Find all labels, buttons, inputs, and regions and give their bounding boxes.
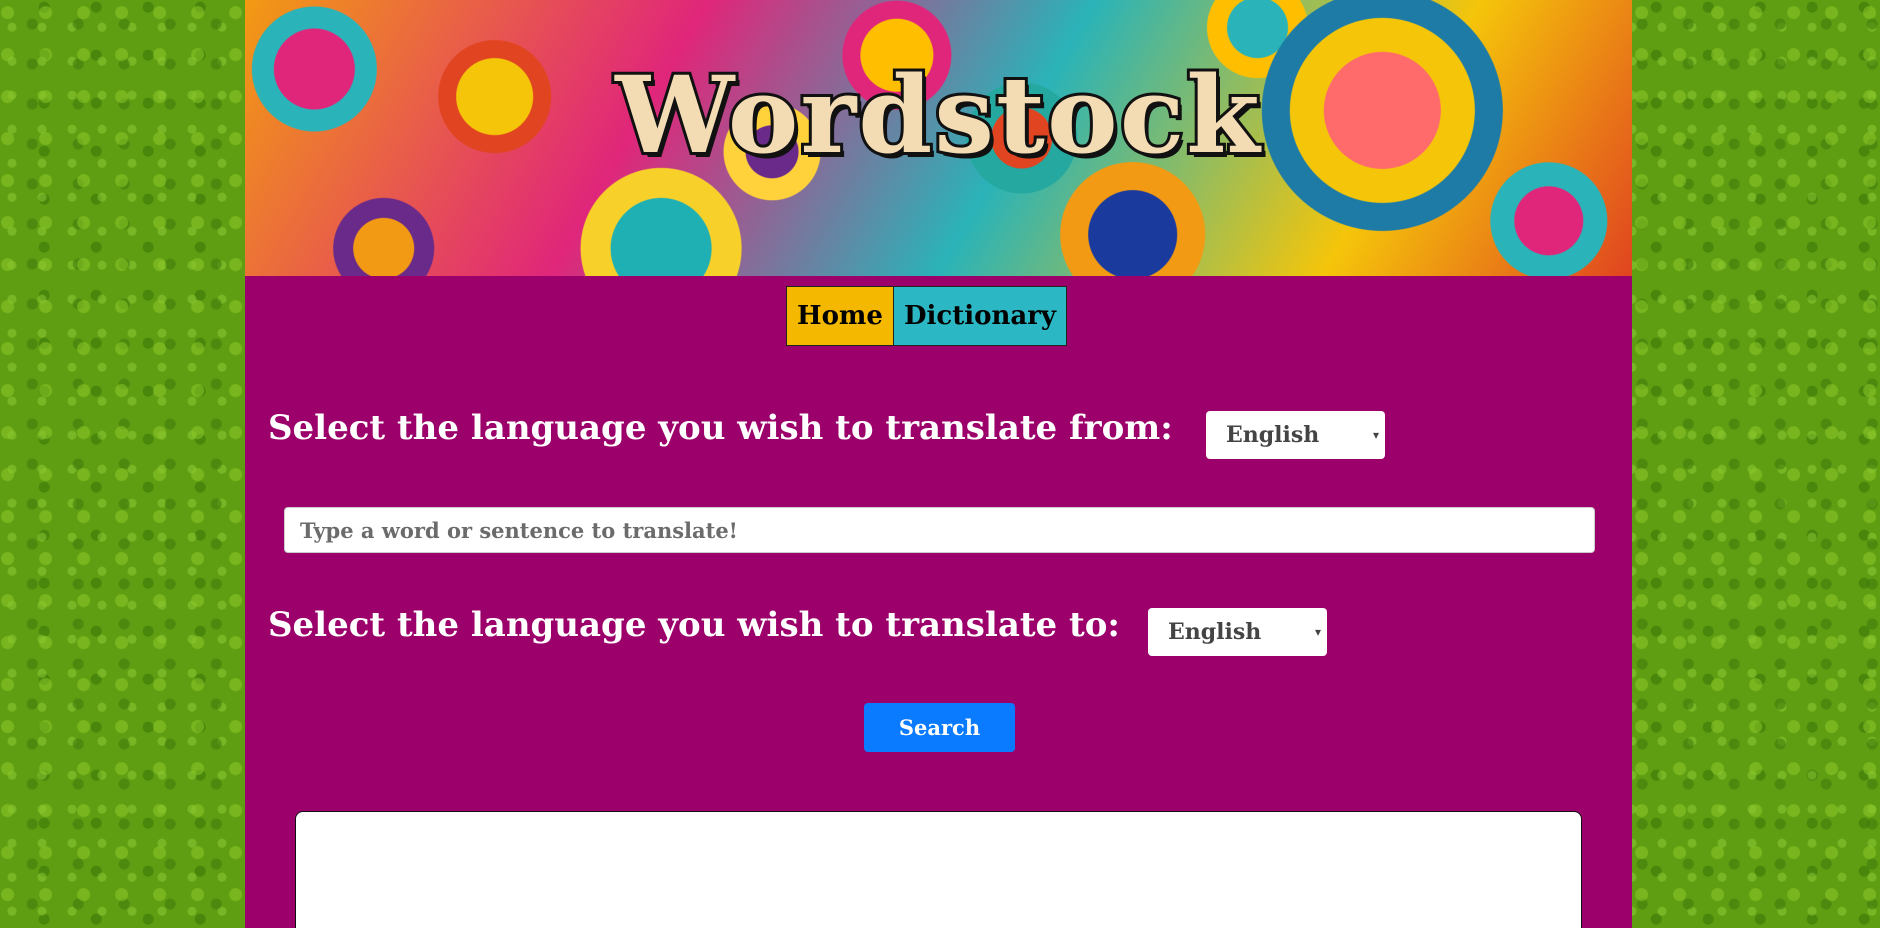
to-language-select[interactable]: English ▾ — [1148, 608, 1327, 656]
chevron-down-icon: ▾ — [1372, 428, 1379, 442]
chevron-down-icon: ▾ — [1314, 625, 1321, 639]
translation-output-box — [295, 811, 1582, 928]
header-banner: Wordstock — [245, 0, 1632, 276]
from-language-label: Select the language you wish to translat… — [268, 408, 1173, 448]
from-language-value: English — [1226, 422, 1320, 448]
from-language-select[interactable]: English ▾ — [1206, 411, 1385, 459]
page-container: Wordstock Home Dictionary Select the lan… — [245, 0, 1632, 928]
to-language-label: Select the language you wish to translat… — [268, 605, 1120, 645]
to-language-value: English — [1168, 619, 1262, 645]
site-title: Wordstock — [612, 49, 1262, 180]
nav-bar: Home Dictionary — [786, 286, 1068, 346]
translate-text-input[interactable] — [284, 507, 1595, 553]
search-button[interactable]: Search — [864, 703, 1015, 752]
nav-home-link[interactable]: Home — [787, 287, 894, 345]
nav-dictionary-link[interactable]: Dictionary — [893, 287, 1067, 345]
